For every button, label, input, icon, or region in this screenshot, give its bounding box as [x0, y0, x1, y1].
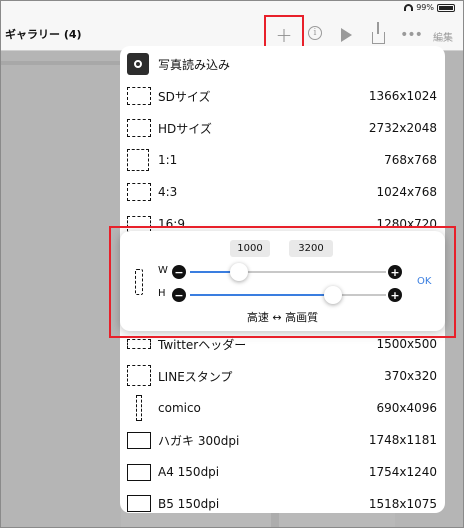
import-photo-label: 写真読み込み — [158, 57, 231, 72]
size-thumb-icon — [127, 339, 151, 349]
size-item-label: A4 150dpi — [158, 465, 220, 479]
size-item-1-1[interactable]: 1:1 768x768 — [120, 144, 445, 176]
size-thumb-icon — [127, 464, 151, 481]
wifi-icon — [404, 4, 414, 11]
size-item-value: 2732x2048 — [368, 121, 437, 135]
gallery-background — [1, 51, 121, 527]
size-item-postcard[interactable]: ハガキ 300dpi 1748x1181 — [120, 424, 445, 456]
size-item-label: 1:1 — [158, 153, 178, 167]
size-thumb-icon — [127, 87, 151, 105]
size-item-value: 690x4096 — [376, 401, 437, 415]
size-item-value: 1500x500 — [376, 337, 437, 351]
size-thumb-icon — [136, 395, 142, 421]
size-thumb-icon — [127, 119, 151, 137]
camera-icon — [127, 53, 149, 75]
status-bar: 99% — [1, 1, 463, 15]
size-item-label: comico — [158, 401, 201, 415]
import-photo-item[interactable]: 写真読み込み — [120, 48, 445, 80]
size-item-value: 1366x1024 — [368, 89, 437, 103]
size-item-value: 1024x768 — [376, 185, 437, 199]
size-item-label: B5 150dpi — [158, 497, 220, 511]
size-item-value: 1748x1181 — [368, 433, 437, 447]
size-item-comico[interactable]: comico 690x4096 — [120, 392, 445, 424]
more-icon[interactable]: ••• — [400, 23, 423, 47]
size-item-sd[interactable]: SDサイズ 1366x1024 — [120, 80, 445, 112]
size-item-hd[interactable]: HDサイズ 2732x2048 — [120, 112, 445, 144]
size-thumb-icon — [127, 365, 151, 386]
size-item-a4[interactable]: A4 150dpi 1754x1240 — [120, 456, 445, 488]
size-item-label: Twitterヘッダー — [158, 337, 247, 352]
size-item-4-3[interactable]: 4:3 1024x768 — [120, 176, 445, 208]
size-item-value: 370x320 — [384, 369, 437, 383]
highlight-annotation — [109, 226, 456, 338]
size-item-value: 1754x1240 — [368, 465, 437, 479]
size-thumb-icon — [127, 183, 151, 201]
size-item-label: 4:3 — [158, 185, 178, 199]
size-item-label: SDサイズ — [158, 89, 211, 104]
size-item-b5[interactable]: B5 150dpi 1518x1075 — [120, 488, 445, 513]
battery-icon — [437, 3, 455, 12]
app-frame: 99% ギャラリー (4) + i ••• 編集 写真読み込み SDサイズ 13… — [0, 0, 464, 528]
size-thumb-icon — [127, 495, 151, 512]
size-item-label: ハガキ 300dpi — [158, 433, 240, 448]
size-item-value: 1518x1075 — [368, 497, 437, 511]
gallery-title: ギャラリー (4) — [5, 28, 82, 41]
gallery-divider — [1, 61, 121, 65]
play-icon[interactable] — [339, 23, 353, 47]
battery-percent: 99% — [416, 3, 434, 12]
info-icon[interactable]: i — [308, 26, 322, 40]
edit-button[interactable]: 編集 — [428, 24, 458, 48]
size-item-line-stamp[interactable]: LINEスタンプ 370x320 — [120, 360, 445, 392]
size-item-label: LINEスタンプ — [158, 369, 233, 384]
size-thumb-icon — [127, 432, 151, 449]
size-item-value: 768x768 — [384, 153, 437, 167]
share-icon[interactable] — [370, 22, 386, 47]
size-item-label: HDサイズ — [158, 121, 212, 136]
size-thumb-icon — [127, 149, 149, 171]
